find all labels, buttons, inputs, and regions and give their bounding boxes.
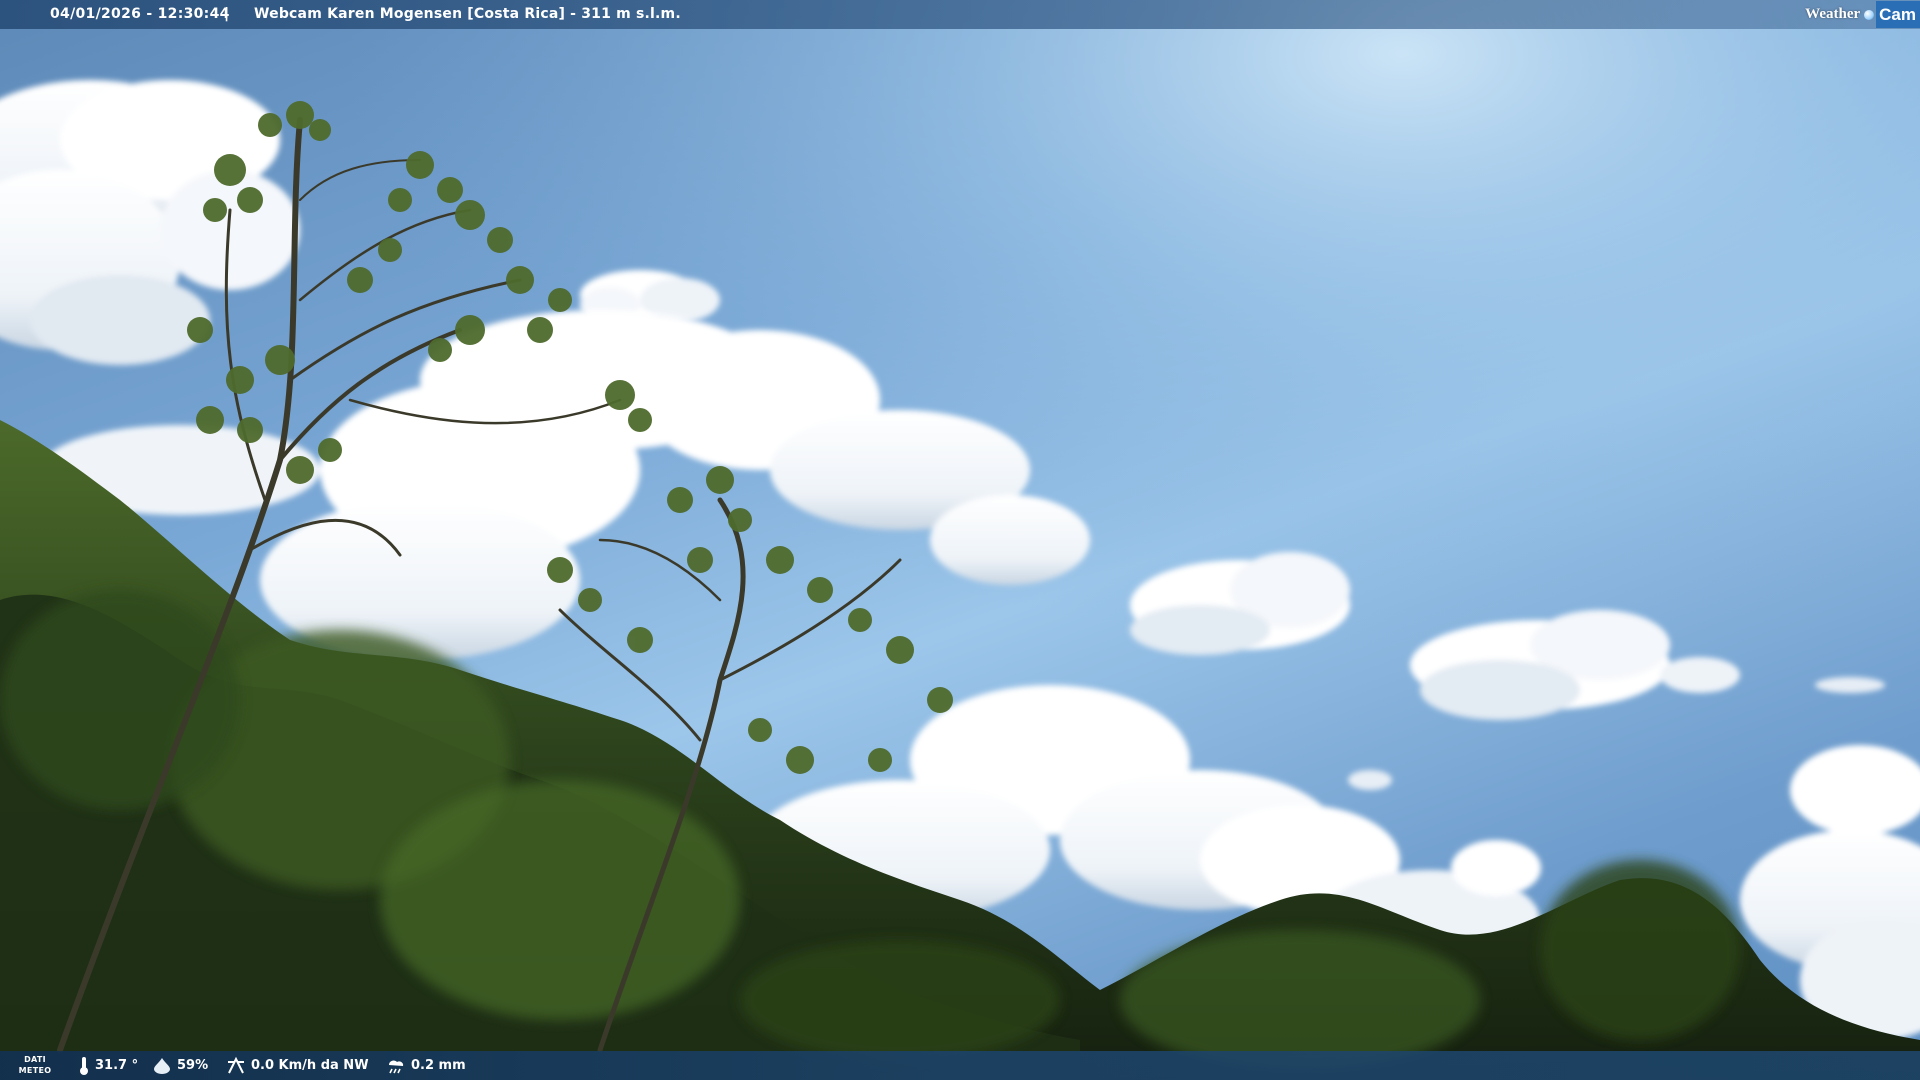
temperature-reading: 31.7 ° [78, 1051, 138, 1080]
label-line-1: DATI [24, 1055, 46, 1064]
top-info-bar: 04/01/2026 - 12:30:44 | Webcam Karen Mog… [0, 0, 1920, 29]
weather-data-bar: DATI METEO 31.7 ° 59% 0.0 Km/h da NW 0.2… [0, 1051, 1920, 1080]
wind-icon [228, 1056, 244, 1073]
logo-word-weather: Weather [1805, 6, 1861, 22]
rain-icon [389, 1060, 404, 1073]
logo-dot-icon [1864, 9, 1875, 20]
wind-reading: 0.0 Km/h da NW [226, 1051, 369, 1080]
humidity-reading: 59% [152, 1051, 208, 1080]
logo-word-cam: Cam [1876, 1, 1920, 28]
wind-value: 0.0 Km/h da NW [251, 1058, 369, 1073]
timestamp: 04/01/2026 - 12:30:44 [50, 6, 230, 22]
weathercam-logo[interactable]: Weather Cam [1805, 0, 1920, 29]
rain-reading: 0.2 mm [386, 1051, 466, 1080]
humidity-drop-icon [154, 1057, 170, 1074]
webcam-image [0, 0, 1920, 1080]
weather-data-label: DATI METEO [14, 1054, 56, 1076]
humidity-value: 59% [177, 1058, 209, 1073]
thermometer-icon [80, 1056, 88, 1075]
webcam-frame: 04/01/2026 - 12:30:44 | Webcam Karen Mog… [0, 0, 1920, 1080]
webcam-title: Webcam Karen Mogensen [Costa Rica] - 311… [254, 6, 681, 22]
label-line-2: METEO [18, 1066, 52, 1075]
rain-value: 0.2 mm [411, 1058, 466, 1073]
title-separator: | [224, 6, 230, 22]
temperature-value: 31.7 ° [95, 1058, 139, 1073]
